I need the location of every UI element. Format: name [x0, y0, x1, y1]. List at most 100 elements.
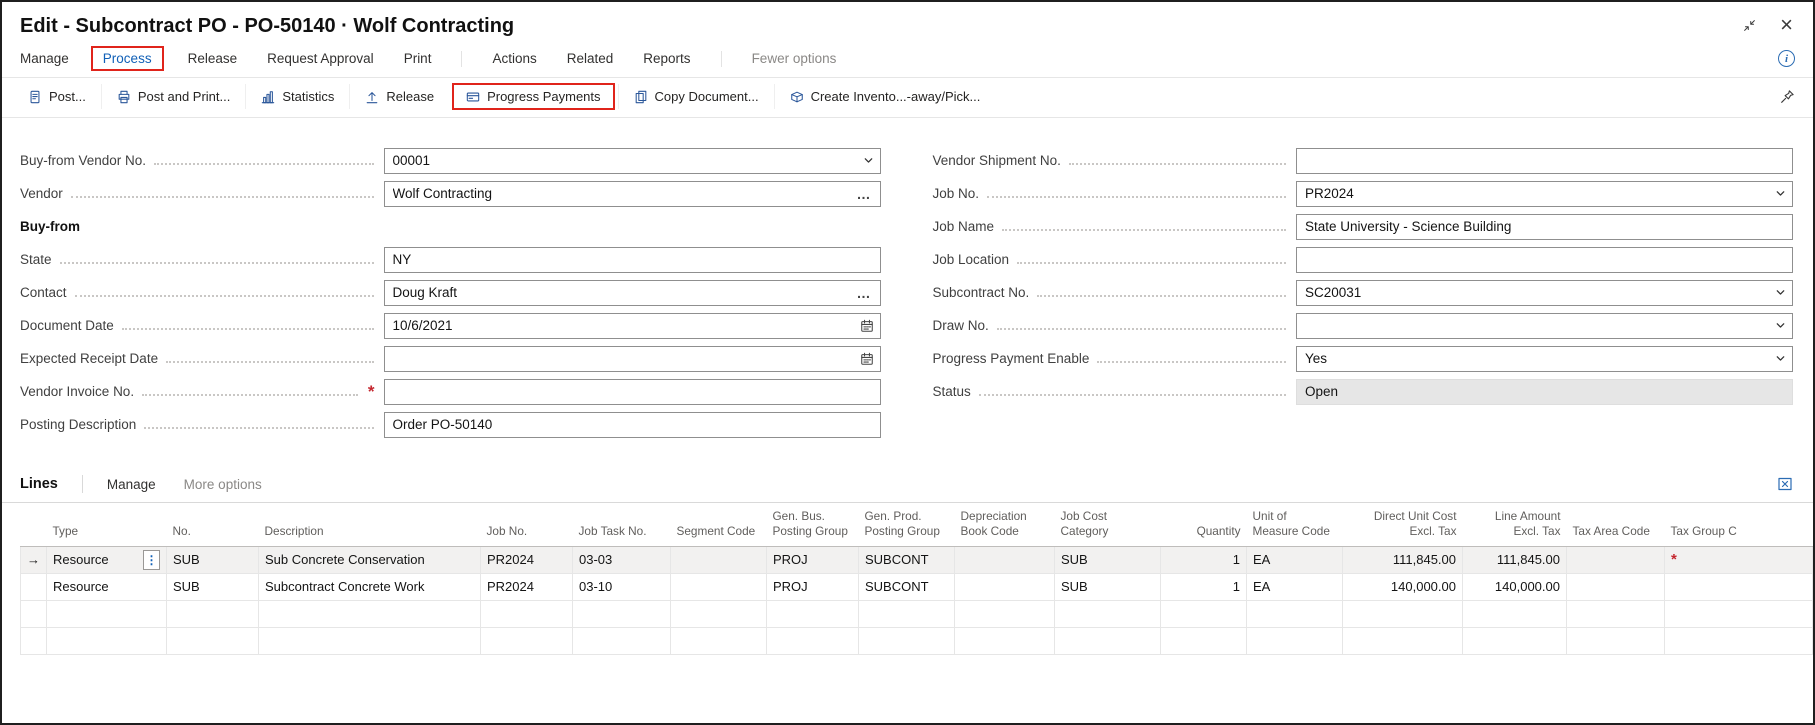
menu-item-related[interactable]: Related [567, 47, 614, 70]
cell-direct-unit-cost-excl-tax[interactable]: 111,845.00 [1343, 546, 1463, 573]
input-posting-description[interactable]: Order PO-50140 [384, 412, 881, 438]
cell-job-cost-category[interactable]: SUB [1055, 573, 1161, 600]
cell-depreciation-book-code[interactable] [955, 627, 1055, 654]
cell-gen-prod-posting-group[interactable]: SUBCONT [859, 546, 955, 573]
pin-icon[interactable] [1780, 89, 1795, 104]
cell-tax-group-c[interactable]: * [1665, 546, 1813, 573]
menu-item-request-approval[interactable]: Request Approval [267, 47, 374, 70]
cell-quantity[interactable] [1161, 627, 1247, 654]
chevron-down-icon[interactable] [1775, 353, 1786, 364]
cell-job-task-no[interactable]: 03-10 [573, 573, 671, 600]
menu-item-actions[interactable]: Actions [492, 47, 536, 70]
menu-item-release[interactable]: Release [188, 47, 238, 70]
cell-job-no[interactable] [481, 600, 573, 627]
cell-type[interactable] [47, 627, 167, 654]
column-header-job-no[interactable]: Job No. [481, 503, 573, 546]
cell-tax-group-c[interactable] [1665, 600, 1813, 627]
cell-job-no[interactable]: PR2024 [481, 573, 573, 600]
cell-quantity[interactable]: 1 [1161, 573, 1247, 600]
cell-depreciation-book-code[interactable] [955, 573, 1055, 600]
cell-tax-area-code[interactable] [1567, 627, 1665, 654]
column-header-depreciation-book-code[interactable]: Depreciation Book Code [955, 503, 1055, 546]
menu-item-manage[interactable]: Manage [20, 47, 69, 70]
cell-description[interactable] [259, 627, 481, 654]
input-buy-from-vendor-no[interactable]: 00001 [384, 148, 881, 174]
column-header-direct-unit-cost-excl-tax[interactable]: Direct Unit Cost Excl. Tax [1343, 503, 1463, 546]
column-header-gen-bus-posting-group[interactable]: Gen. Bus. Posting Group [767, 503, 859, 546]
column-header-line-amount-excl-tax[interactable]: Line Amount Excl. Tax [1463, 503, 1567, 546]
cell-segment-code[interactable] [671, 627, 767, 654]
cell-job-cost-category[interactable] [1055, 627, 1161, 654]
table-row[interactable] [21, 600, 1813, 627]
input-job-location[interactable] [1296, 247, 1793, 273]
table-row[interactable]: ResourceSUBSubcontract Concrete WorkPR20… [21, 573, 1813, 600]
cell-no[interactable]: SUB [167, 546, 259, 573]
column-header-job-task-no[interactable]: Job Task No. [573, 503, 671, 546]
calendar-icon[interactable] [860, 352, 874, 366]
info-icon[interactable]: i [1778, 50, 1795, 67]
cell-no[interactable] [167, 627, 259, 654]
close-icon[interactable]: × [1780, 18, 1793, 32]
menu-item-fewer-options[interactable]: Fewer options [752, 47, 837, 70]
input-vendor-shipment-no[interactable] [1296, 148, 1793, 174]
chevron-down-icon[interactable] [1775, 287, 1786, 298]
assist-edit-button[interactable]: … [854, 285, 874, 301]
column-header-type[interactable]: Type [47, 503, 167, 546]
cell-gen-bus-posting-group[interactable]: PROJ [767, 546, 859, 573]
cell-direct-unit-cost-excl-tax[interactable] [1343, 600, 1463, 627]
column-header-no[interactable]: No. [167, 503, 259, 546]
input-job-name[interactable]: State University - Science Building [1296, 214, 1793, 240]
input-draw-no[interactable] [1296, 313, 1793, 339]
cell-job-task-no[interactable]: 03-03 [573, 546, 671, 573]
cell-tax-area-code[interactable] [1567, 573, 1665, 600]
cell-gen-prod-posting-group[interactable] [859, 627, 955, 654]
input-expected-receipt-date[interactable] [384, 346, 881, 372]
cell-job-task-no[interactable] [573, 627, 671, 654]
cell-no[interactable]: SUB [167, 573, 259, 600]
cell-tax-area-code[interactable] [1567, 546, 1665, 573]
column-header-gen-prod-posting-group[interactable]: Gen. Prod. Posting Group [859, 503, 955, 546]
lines-caption[interactable]: Lines [20, 476, 58, 492]
cell-job-no[interactable]: PR2024 [481, 546, 573, 573]
toolbar-button-release[interactable]: Release [349, 84, 449, 109]
cell-tax-group-c[interactable] [1665, 627, 1813, 654]
input-contact[interactable]: Doug Kraft… [384, 280, 881, 306]
cell-gen-bus-posting-group[interactable]: PROJ [767, 573, 859, 600]
cell-no[interactable] [167, 600, 259, 627]
table-row[interactable] [21, 627, 1813, 654]
row-options-menu-icon[interactable]: ⋮ [143, 550, 160, 570]
cell-line-amount-excl-tax[interactable] [1463, 627, 1567, 654]
input-state[interactable]: NY [384, 247, 881, 273]
cell-direct-unit-cost-excl-tax[interactable] [1343, 627, 1463, 654]
column-header-job-cost-category[interactable]: Job Cost Category [1055, 503, 1161, 546]
cell-quantity[interactable]: 1 [1161, 546, 1247, 573]
column-header-segment-code[interactable]: Segment Code [671, 503, 767, 546]
cell-line-amount-excl-tax[interactable]: 140,000.00 [1463, 573, 1567, 600]
cell-unit-of-measure-code[interactable] [1247, 627, 1343, 654]
calendar-icon[interactable] [860, 319, 874, 333]
toolbar-button-post[interactable]: Post... [28, 84, 101, 109]
column-header-unit-of-measure-code[interactable]: Unit of Measure Code [1247, 503, 1343, 546]
cell-description[interactable]: Sub Concrete Conservation [259, 546, 481, 573]
toolbar-button-create-invento-away-pick[interactable]: Create Invento...-away/Pick... [774, 84, 996, 109]
cell-gen-bus-posting-group[interactable] [767, 627, 859, 654]
cell-gen-prod-posting-group[interactable] [859, 600, 955, 627]
cell-quantity[interactable] [1161, 600, 1247, 627]
cell-unit-of-measure-code[interactable]: EA [1247, 573, 1343, 600]
cell-type[interactable] [47, 600, 167, 627]
assist-edit-button[interactable]: … [854, 186, 874, 202]
cell-segment-code[interactable] [671, 546, 767, 573]
open-in-excel-icon[interactable] [1777, 476, 1793, 492]
chevron-down-icon[interactable] [863, 155, 874, 166]
cell-job-no[interactable] [481, 627, 573, 654]
cell-unit-of-measure-code[interactable] [1247, 600, 1343, 627]
input-vendor-invoice-no[interactable] [384, 379, 881, 405]
chevron-down-icon[interactable] [1775, 188, 1786, 199]
cell-gen-bus-posting-group[interactable] [767, 600, 859, 627]
column-header-description[interactable]: Description [259, 503, 481, 546]
cell-depreciation-book-code[interactable] [955, 546, 1055, 573]
cell-direct-unit-cost-excl-tax[interactable]: 140,000.00 [1343, 573, 1463, 600]
cell-job-cost-category[interactable]: SUB [1055, 546, 1161, 573]
cell-type[interactable]: Resource [47, 573, 167, 600]
menu-item-process[interactable]: Process [91, 46, 164, 71]
